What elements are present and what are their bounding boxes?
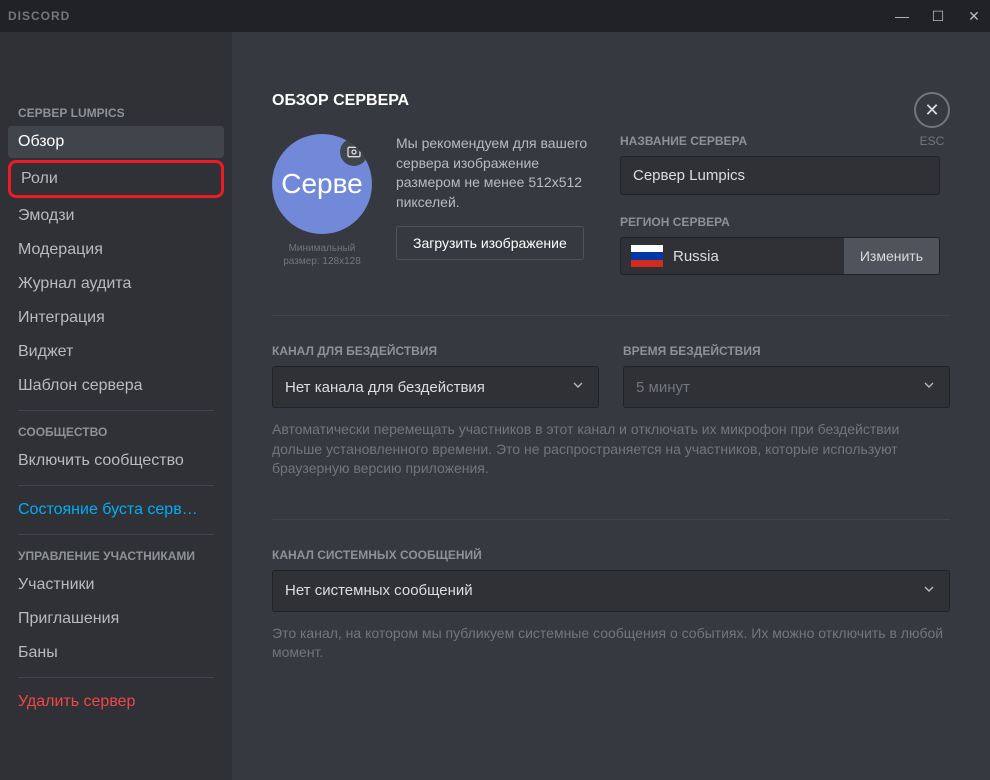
close-window-button[interactable]: ✕ [966, 8, 982, 25]
sidebar-header-community: Сообщество [8, 419, 224, 445]
region-selector: Russia Изменить [620, 237, 940, 275]
section-divider [272, 315, 950, 316]
upload-image-button[interactable]: Загрузить изображение [396, 226, 584, 260]
sidebar-divider [18, 410, 214, 411]
server-name-label: Название сервера [620, 134, 940, 148]
sidebar-item-template[interactable]: Шаблон сервера [8, 370, 224, 402]
afk-timeout-select[interactable]: 5 минут [623, 366, 950, 408]
system-channel-value: Нет системных сообщений [285, 582, 473, 599]
sidebar-item-delete-server[interactable]: Удалить сервер [8, 686, 224, 718]
system-channel-select[interactable]: Нет системных сообщений [272, 570, 950, 612]
sidebar-divider [18, 534, 214, 535]
sidebar-item-roles[interactable]: Роли [8, 160, 224, 198]
maximize-button[interactable]: ☐ [930, 8, 946, 25]
sidebar-item-members[interactable]: Участники [8, 569, 224, 601]
sidebar-item-emoji[interactable]: Эмодзи [8, 200, 224, 232]
avatar-size-hint: Минимальный размер: 128x128 [272, 242, 372, 268]
avatar-placeholder-text: Серве [281, 168, 363, 200]
sidebar-header-server: Сервер Lumpics [8, 100, 224, 126]
region-name: Russia [673, 248, 844, 265]
minimize-button[interactable]: — [894, 8, 910, 25]
chevron-down-icon [921, 581, 937, 601]
russia-flag-icon [631, 245, 663, 267]
settings-sidebar: Сервер Lumpics Обзор Роли Эмодзи Модерац… [0, 32, 232, 780]
afk-channel-label: Канал для бездействия [272, 344, 599, 358]
page-title: Обзор сервера [272, 92, 950, 110]
sidebar-item-moderation[interactable]: Модерация [8, 234, 224, 266]
sidebar-header-members: Управление участниками [8, 543, 224, 569]
sidebar-item-audit-log[interactable]: Журнал аудита [8, 268, 224, 300]
close-icon[interactable]: ✕ [914, 92, 950, 128]
sidebar-divider [18, 677, 214, 678]
sidebar-item-widget[interactable]: Виджет [8, 336, 224, 368]
upload-image-icon[interactable] [340, 138, 368, 166]
close-label: ESC [920, 134, 945, 148]
main-panel: ✕ ESC Обзор сервера Серве Минимальный ра… [232, 32, 990, 780]
server-region-label: Регион сервера [620, 215, 940, 229]
upload-recommendation-text: Мы рекомендуем для вашего сервера изобра… [396, 134, 596, 212]
afk-channel-value: Нет канала для бездействия [285, 379, 485, 396]
system-channel-help-text: Это канал, на котором мы публикуем систе… [272, 624, 950, 663]
server-name-input[interactable] [620, 156, 940, 195]
sidebar-item-bans[interactable]: Баны [8, 637, 224, 669]
sidebar-item-overview[interactable]: Обзор [8, 126, 224, 158]
afk-help-text: Автоматически перемещать участников в эт… [272, 420, 950, 479]
app-logo: DISCORD [8, 9, 70, 23]
afk-channel-select[interactable]: Нет канала для бездействия [272, 366, 599, 408]
titlebar: DISCORD — ☐ ✕ [0, 0, 990, 32]
close-settings[interactable]: ✕ ESC [914, 92, 950, 148]
afk-timeout-value: 5 минут [636, 379, 690, 396]
system-channel-label: Канал системных сообщений [272, 548, 950, 562]
sidebar-item-integrations[interactable]: Интеграция [8, 302, 224, 334]
afk-timeout-label: Время бездействия [623, 344, 950, 358]
chevron-down-icon [570, 377, 586, 397]
section-divider [272, 519, 950, 520]
chevron-down-icon [921, 377, 937, 397]
server-avatar[interactable]: Серве [272, 134, 372, 234]
sidebar-item-boost-status[interactable]: Состояние буста серв… [8, 494, 224, 526]
sidebar-divider [18, 485, 214, 486]
sidebar-item-invites[interactable]: Приглашения [8, 603, 224, 635]
change-region-button[interactable]: Изменить [844, 238, 939, 274]
sidebar-item-enable-community[interactable]: Включить сообщество [8, 445, 224, 477]
